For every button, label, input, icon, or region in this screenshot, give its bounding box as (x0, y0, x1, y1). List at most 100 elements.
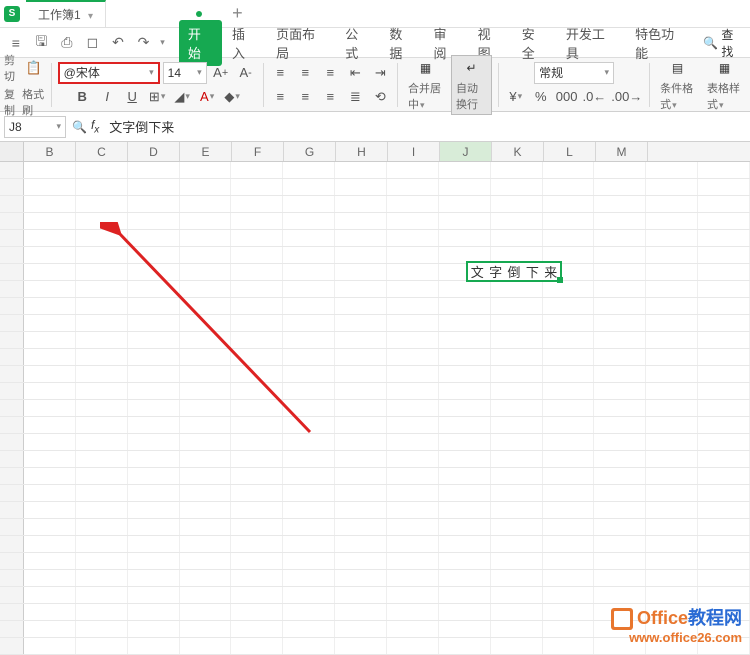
align-left-icon[interactable]: ≡ (269, 86, 291, 108)
cut-button[interactable]: 剪切 (4, 52, 20, 84)
menu-icon[interactable]: ≡ (6, 33, 26, 53)
font-dropdown-icon[interactable]: ▾ (149, 67, 154, 78)
align-center-icon[interactable]: ≡ (294, 86, 316, 108)
number-format-value: 常规 (539, 64, 563, 81)
watermark-url: www.office26.com (611, 630, 742, 645)
redo-icon[interactable]: ↷ (134, 33, 154, 53)
preview-icon[interactable]: ◻ (83, 33, 103, 53)
number-format-select[interactable]: 常规 ▾ (534, 62, 614, 84)
watermark: Office教程网 www.office26.com (611, 604, 742, 645)
tab-developer[interactable]: 开发工具 (557, 20, 625, 66)
currency-icon[interactable]: ¥▾ (505, 86, 527, 108)
spreadsheet-grid[interactable]: B C D E F G H I J K L M 文 字 倒 下 来 (0, 142, 750, 642)
name-box[interactable]: J8 ▾ (4, 116, 66, 138)
align-middle-icon[interactable]: ≡ (294, 62, 316, 84)
increase-decimal-icon[interactable]: .0← (581, 86, 607, 108)
tab-page-layout[interactable]: 页面布局 (267, 20, 335, 66)
fill-handle[interactable] (557, 277, 563, 283)
align-group: ≡ ≡ ≡ ⇤ ⇥ ≡ ≡ ≡ ≣ ⟲ (269, 62, 391, 108)
col-header[interactable]: D (128, 142, 180, 161)
watermark-title: Office教程网 (611, 604, 742, 630)
font-size-input[interactable]: 14 ▾ (163, 62, 207, 84)
col-header[interactable]: L (544, 142, 596, 161)
workbook-tab[interactable]: 工作簿1 ▾ (26, 0, 106, 27)
selected-cell[interactable]: 文 字 倒 下 来 (466, 261, 562, 282)
col-header-selected[interactable]: J (440, 142, 492, 161)
tab-security[interactable]: 安全 (513, 20, 556, 66)
size-dropdown-icon[interactable]: ▾ (197, 67, 202, 78)
border-button[interactable]: ⊞▾ (146, 86, 168, 108)
merge-icon: ▦ (414, 58, 438, 78)
zoom-icon[interactable]: 🔍 (72, 120, 87, 134)
col-header[interactable]: B (24, 142, 76, 161)
cell-char: 倒 (507, 262, 520, 281)
italic-button[interactable]: I (96, 86, 118, 108)
col-header[interactable]: K (492, 142, 544, 161)
quick-access-menu-row: ≡ 🖫 ⎙ ◻ ↶ ↷ ▾ 开始 插入 页面布局 公式 数据 审阅 视图 安全 … (0, 28, 750, 58)
search-label: 查找 (721, 26, 744, 60)
decrease-font-icon[interactable]: A- (235, 62, 257, 84)
align-top-icon[interactable]: ≡ (269, 62, 291, 84)
search-icon: 🔍 (703, 36, 718, 50)
col-header[interactable]: E (180, 142, 232, 161)
fx-icon[interactable]: fx (91, 118, 99, 135)
save-icon[interactable]: 🖫 (32, 33, 52, 53)
undo-icon[interactable]: ↶ (108, 33, 128, 53)
col-header[interactable]: H (336, 142, 388, 161)
decrease-decimal-icon[interactable]: .00→ (610, 86, 643, 108)
col-header[interactable]: F (232, 142, 284, 161)
copy-button[interactable]: 复制 (4, 86, 19, 118)
tab-menu-icon[interactable]: ▾ (88, 11, 93, 22)
justify-icon[interactable]: ≣ (344, 86, 366, 108)
tab-insert[interactable]: 插入 (223, 20, 266, 66)
font-name-value: @宋体 (64, 64, 100, 81)
orientation-icon[interactable]: ⟲ (369, 86, 391, 108)
font-color-button[interactable]: A▾ (196, 86, 218, 108)
separator (51, 63, 52, 107)
bold-button[interactable]: B (71, 86, 93, 108)
font-name-input[interactable]: @宋体 ▾ (58, 62, 160, 84)
cond-format-icon: ▤ (666, 58, 690, 78)
print-icon[interactable]: ⎙ (57, 33, 77, 53)
number-dropdown-icon[interactable]: ▾ (605, 67, 610, 78)
cell-char: 来 (544, 262, 557, 281)
merge-center-button[interactable]: ▦ 合并居中▾ (404, 56, 447, 114)
cell-char: 文 (471, 262, 484, 281)
comma-icon[interactable]: 000 (555, 86, 579, 108)
underline-button[interactable]: U (121, 86, 143, 108)
separator (498, 63, 499, 107)
col-header[interactable]: G (284, 142, 336, 161)
format-painter-button[interactable]: 格式刷 (22, 86, 45, 118)
separator (263, 63, 264, 107)
align-right-icon[interactable]: ≡ (319, 86, 341, 108)
separator (397, 63, 398, 107)
paste-icon[interactable]: 📋 (23, 57, 45, 79)
percent-icon[interactable]: % (530, 86, 552, 108)
indent-left-icon[interactable]: ⇤ (344, 62, 366, 84)
highlight-button[interactable]: ◆▾ (221, 86, 243, 108)
tab-formula[interactable]: 公式 (336, 20, 379, 66)
wrap-icon: ↵ (460, 58, 484, 78)
wrap-text-button[interactable]: ↵ 自动换行 (451, 55, 492, 115)
tab-start[interactable]: 开始 (179, 20, 222, 66)
cell-char: 字 (489, 262, 502, 281)
col-header[interactable]: M (596, 142, 648, 161)
qat-dropdown-icon[interactable]: ▾ (160, 37, 165, 48)
formula-input[interactable]: 文字倒下来 (103, 117, 180, 136)
name-dropdown-icon[interactable]: ▾ (56, 121, 61, 132)
conditional-format-button[interactable]: ▤ 条件格式▾ (656, 56, 699, 114)
col-header[interactable]: C (76, 142, 128, 161)
select-all-corner[interactable] (0, 142, 24, 161)
table-style-icon: ▦ (713, 58, 737, 78)
fill-color-button[interactable]: ◢▾ (171, 86, 193, 108)
table-style-button[interactable]: ▦ 表格样式▾ (703, 56, 746, 114)
ribbon: 剪切 📋 复制 格式刷 @宋体 ▾ 14 ▾ A+ A- B I U ⊞▾ ◢▾ (0, 58, 750, 112)
align-bottom-icon[interactable]: ≡ (319, 62, 341, 84)
watermark-icon (611, 608, 633, 630)
col-header[interactable]: I (388, 142, 440, 161)
increase-font-icon[interactable]: A+ (210, 62, 232, 84)
formula-bar: J8 ▾ 🔍 fx 文字倒下来 (0, 112, 750, 142)
font-size-value: 14 (168, 66, 181, 80)
indent-right-icon[interactable]: ⇥ (369, 62, 391, 84)
separator (649, 63, 650, 107)
